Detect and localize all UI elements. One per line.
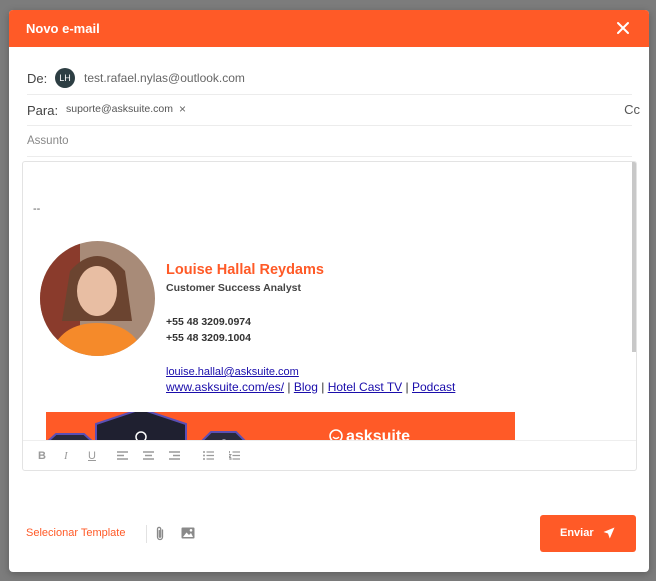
- cc-button[interactable]: Cc: [624, 102, 640, 117]
- asksuite-logo-icon: [329, 429, 343, 440]
- editor-body[interactable]: -- Louise Hallal Reydams Customer Succes…: [23, 162, 636, 440]
- banner-brand: asksuite: [346, 428, 411, 440]
- signature-banner: asksuite: [46, 412, 515, 440]
- close-icon[interactable]: [615, 20, 631, 36]
- bullet-list-icon[interactable]: [203, 451, 214, 460]
- format-toolbar: B I U: [23, 440, 636, 470]
- modal-title: Novo e-mail: [26, 21, 100, 36]
- new-email-modal: Novo e-mail De: LH test.rafael.nylas@out…: [9, 10, 649, 572]
- podcast-link[interactable]: Podcast: [412, 380, 455, 394]
- link-separator: |: [405, 380, 409, 394]
- align-center-icon[interactable]: [143, 451, 154, 460]
- subject-input[interactable]: [27, 133, 607, 149]
- profile-photo: [40, 241, 155, 356]
- signature-separator: --: [33, 203, 41, 215]
- signature-role: Customer Success Analyst: [166, 282, 301, 294]
- signature-links: www.asksuite.com/es/ | Blog | Hotel Cast…: [166, 380, 455, 394]
- from-email: test.rafael.nylas@outlook.com: [84, 71, 245, 85]
- send-button[interactable]: Enviar: [540, 515, 636, 552]
- signature-email-link[interactable]: louise.hallal@asksuite.com: [166, 366, 299, 378]
- message-editor[interactable]: -- Louise Hallal Reydams Customer Succes…: [22, 161, 637, 471]
- remove-recipient-icon[interactable]: ×: [179, 102, 186, 116]
- modal-header: Novo e-mail: [9, 10, 649, 47]
- paperclip-icon[interactable]: [154, 526, 166, 542]
- to-row[interactable]: Para: suporte@asksuite.com × Cc: [27, 95, 640, 126]
- numbered-list-icon[interactable]: [229, 451, 240, 460]
- subject-row: [27, 126, 632, 157]
- signature-phone-2: +55 48 3209.1004: [166, 332, 251, 344]
- align-right-icon[interactable]: [169, 451, 180, 460]
- image-icon[interactable]: [181, 527, 195, 539]
- align-left-icon[interactable]: [117, 451, 128, 460]
- website-link[interactable]: www.asksuite.com/es/: [166, 380, 284, 394]
- send-label: Enviar: [560, 527, 594, 539]
- from-label: De:: [27, 71, 48, 86]
- signature-name: Louise Hallal Reydams: [166, 262, 324, 278]
- hexagon-graphics: [47, 412, 246, 440]
- bold-button[interactable]: B: [38, 450, 46, 462]
- footer-divider: [146, 525, 147, 543]
- link-separator: |: [287, 380, 291, 394]
- to-label: Para:: [27, 103, 59, 118]
- link-separator: |: [321, 380, 325, 394]
- send-icon: [603, 527, 615, 539]
- italic-button[interactable]: I: [64, 450, 68, 462]
- underline-button[interactable]: U: [88, 450, 96, 462]
- from-row: De: LH test.rafael.nylas@outlook.com: [27, 64, 632, 95]
- hotel-cast-link[interactable]: Hotel Cast TV: [328, 380, 402, 394]
- blog-link[interactable]: Blog: [294, 380, 318, 394]
- editor-scrollbar[interactable]: [632, 162, 636, 352]
- recipient-chip[interactable]: suporte@asksuite.com: [66, 103, 173, 115]
- signature-phone-1: +55 48 3209.0974: [166, 316, 251, 328]
- avatar: LH: [55, 68, 75, 88]
- select-template-button[interactable]: Selecionar Template: [26, 527, 125, 539]
